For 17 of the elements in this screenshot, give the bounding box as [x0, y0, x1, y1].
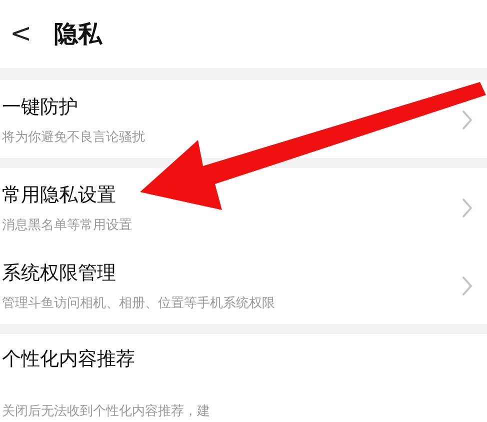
- item-title: 常用隐私设置: [2, 183, 117, 208]
- item-title: 个性化内容推荐: [2, 347, 136, 372]
- back-button[interactable]: <: [6, 19, 36, 49]
- item-title: 一键防护: [2, 95, 79, 120]
- chevron-icon: [461, 275, 473, 297]
- item-title: 系统权限管理: [2, 261, 117, 286]
- item-subtitle: 消息黑名单等常用设置: [2, 217, 132, 234]
- settings-item[interactable]: 一键防护 将为你避免不良言论骚扰: [0, 80, 487, 158]
- page-title: 隐私: [54, 19, 102, 50]
- item-subtitle: 管理斗鱼访问相机、相册、位置等手机系统权限: [2, 295, 275, 312]
- settings-item[interactable]: 系统权限管理 管理斗鱼访问相机、相册、位置等手机系统权限: [0, 246, 487, 324]
- chevron-icon: [461, 109, 473, 131]
- chevron-icon: [461, 197, 473, 219]
- item-subtitle: 将为你避免不良言论骚扰: [2, 129, 145, 146]
- settings-item[interactable]: 常用隐私设置 消息黑名单等常用设置: [0, 168, 487, 246]
- settings-item[interactable]: 个性化内容推荐 关闭后无法收到个性化内容推荐，建: [0, 334, 487, 422]
- item-subtitle: 关闭后无法收到个性化内容推荐，建: [2, 403, 210, 420]
